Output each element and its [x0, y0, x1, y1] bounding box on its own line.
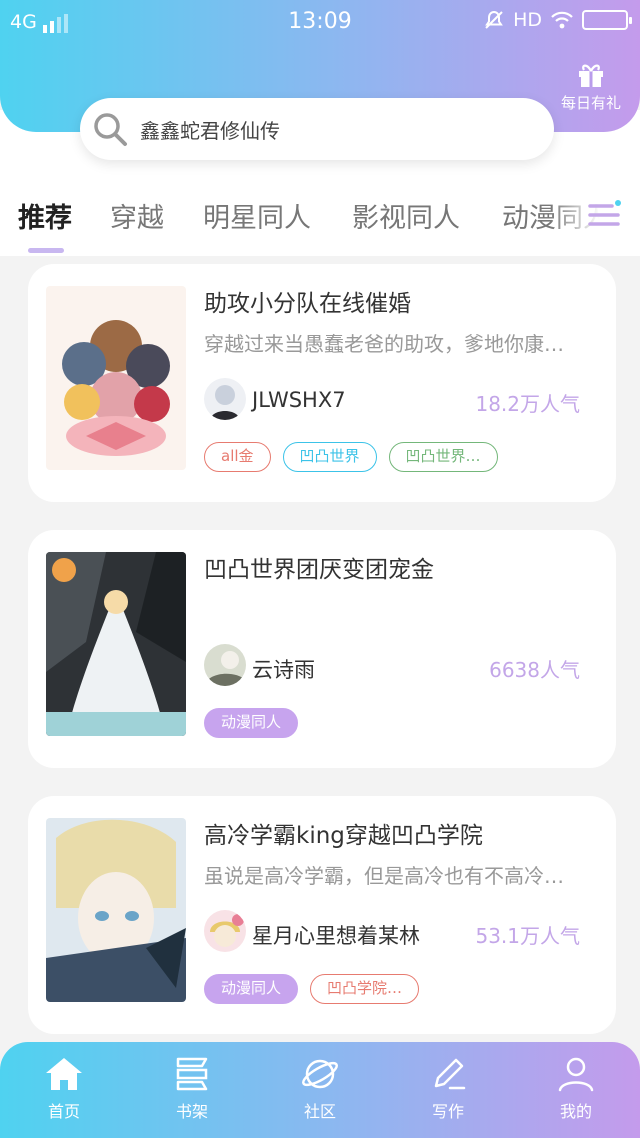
category-tabs: 推荐 穿越 明星同人 影视同人 动漫同人	[0, 184, 640, 254]
mute-icon	[485, 10, 503, 29]
book-card[interactable]: 高冷学霸king穿越凹凸学院 虽说是高冷学霸，但是高冷也有不高冷… 星月心里想着…	[28, 796, 616, 1034]
author-name: 云诗雨	[252, 658, 315, 682]
nav-community-label: 社区	[303, 1102, 336, 1121]
author-name: 星月心里想着某林	[252, 924, 420, 948]
popularity: 18.2万人气	[475, 392, 580, 416]
wifi-icon	[551, 11, 573, 29]
battery-icon	[582, 10, 632, 30]
tag[interactable]: 凹凸学院…	[310, 974, 420, 1004]
nav-community[interactable]: 社区	[280, 1052, 360, 1122]
nav-bookshelf[interactable]: 书架	[152, 1052, 232, 1122]
book-description: 虽说是高冷学霸，但是高冷也有不高冷…	[204, 864, 564, 888]
book-cover	[46, 286, 186, 470]
tab-film-tv-fanfic[interactable]: 影视同人	[352, 196, 460, 235]
nav-bookshelf-label: 书架	[175, 1102, 208, 1121]
book-title: 凹凸世界团厌变团宠金	[204, 557, 434, 583]
nav-write-label: 写作	[431, 1102, 464, 1121]
book-title: 助攻小分队在线催婚	[204, 291, 411, 317]
author-avatar[interactable]	[204, 378, 246, 420]
home-icon	[46, 1058, 82, 1090]
tag[interactable]: 凹凸世界…	[388, 442, 498, 472]
nav-profile[interactable]: 我的	[536, 1052, 616, 1122]
author-avatar[interactable]	[204, 644, 246, 686]
planet-icon	[302, 1059, 338, 1089]
status-bar: 4G 13:09 HD	[0, 0, 640, 44]
search-bar[interactable]: 鑫鑫蛇君修仙传	[80, 98, 554, 160]
tab-celebrity-fanfic[interactable]: 明星同人	[203, 196, 311, 235]
tag[interactable]: 凹凸世界	[282, 442, 377, 472]
book-title: 高冷学霸king穿越凹凸学院	[204, 823, 483, 849]
active-tab-indicator	[28, 248, 64, 253]
book-card[interactable]: 助攻小分队在线催婚 穿越过来当愚蠢老爸的助攻，爹地你康… JLWSHX7 18.…	[28, 264, 616, 502]
tag[interactable]: 动漫同人	[204, 974, 299, 1004]
nav-home-label: 首页	[47, 1102, 80, 1121]
daily-gift-label: 每日有礼	[560, 94, 621, 112]
pencil-icon	[434, 1058, 466, 1090]
author-name: JLWSHX7	[252, 388, 346, 412]
search-query: 鑫鑫蛇君修仙传	[140, 118, 280, 143]
tab-time-travel[interactable]: 穿越	[110, 196, 164, 235]
popularity: 53.1万人气	[475, 924, 580, 948]
book-card[interactable]: 凹凸世界团厌变团宠金 云诗雨 6638人气 动漫同人	[28, 530, 616, 768]
tab-recommended[interactable]: 推荐	[18, 196, 72, 235]
book-cover	[46, 552, 186, 736]
book-description: 穿越过来当愚蠢老爸的助攻，爹地你康…	[204, 332, 564, 356]
tag[interactable]: 动漫同人	[204, 708, 299, 738]
hd-label: HD	[513, 9, 542, 31]
daily-gift-button[interactable]: 每日有礼	[556, 62, 626, 113]
nav-home[interactable]: 首页	[24, 1052, 104, 1122]
user-icon	[558, 1057, 594, 1092]
gift-icon	[579, 64, 603, 87]
nav-write[interactable]: 写作	[408, 1052, 488, 1122]
search-icon	[94, 113, 127, 146]
nav-profile-label: 我的	[559, 1102, 592, 1121]
book-cover	[46, 818, 186, 1002]
category-menu-icon[interactable]	[588, 198, 622, 232]
author-avatar[interactable]	[204, 910, 246, 952]
popularity: 6638人气	[489, 658, 580, 682]
bottom-navigation: 首页 书架 社区 写作 我的	[0, 1042, 640, 1138]
bookshelf-icon	[176, 1057, 208, 1091]
tag[interactable]: all金	[204, 442, 271, 472]
